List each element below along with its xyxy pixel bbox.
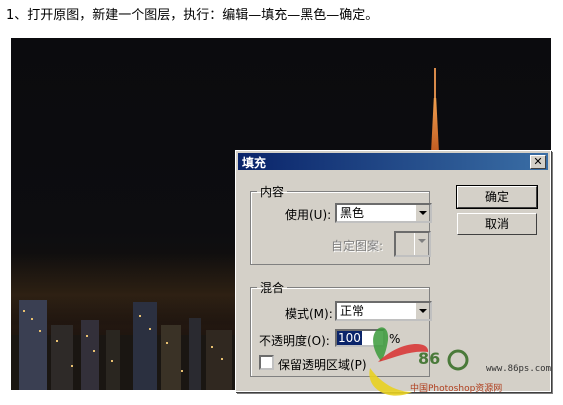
close-button[interactable]: ✕ [530,155,546,169]
contents-group-label: 内容 [260,185,285,199]
dialog-title: 填充 [242,156,267,170]
mode-select-value: 正常 [340,304,365,318]
use-label: 使用(U): [285,208,332,222]
mode-label: 模式(M): [285,307,333,321]
watermark-site: 中国Photoshop资源网 [410,384,503,394]
preserve-transparency-checkbox[interactable] [259,355,274,370]
city-skyline [11,300,251,390]
custom-pattern-picker [394,231,431,257]
opacity-label: 不透明度(O): [259,334,330,348]
ok-button[interactable]: 确定 [456,185,538,209]
tokyo-tower [429,68,441,153]
cancel-button[interactable]: 取消 [457,213,537,235]
watermark-url: www.86ps.com [486,364,552,374]
chevron-down-icon[interactable] [415,303,430,319]
chevron-down-icon[interactable] [415,205,430,221]
instruction-text: 1、打开原图，新建一个图层，执行：编辑—填充—黑色—确定。 [6,8,379,23]
use-select[interactable]: 黑色 [335,203,432,223]
use-select-value: 黑色 [340,206,365,220]
chevron-down-icon [414,233,429,255]
dialog-titlebar[interactable]: 填充 ✕ [238,153,548,170]
custom-pattern-label: 自定图案: [331,239,384,253]
mode-select[interactable]: 正常 [335,301,432,321]
blend-group-label: 混合 [260,281,285,295]
watermark-number: 86 [418,349,441,368]
